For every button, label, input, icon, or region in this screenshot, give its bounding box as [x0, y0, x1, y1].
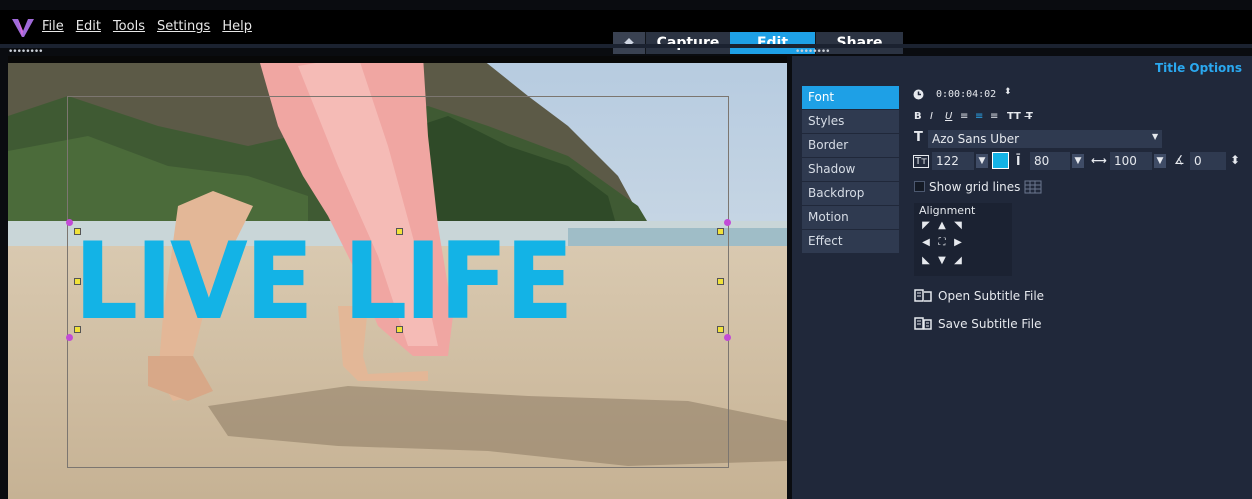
grid-settings-icon[interactable] [1024, 180, 1042, 194]
font-size-dropdown[interactable]: ▼ [976, 154, 988, 168]
text-case-button[interactable]: TT [1007, 111, 1021, 122]
align-center-icon[interactable]: ⛶ [936, 237, 948, 248]
rotate-handle[interactable] [66, 219, 73, 226]
char-spacing-icon: ⟷ [1091, 154, 1107, 167]
rotate-handle[interactable] [724, 219, 731, 226]
duration-field[interactable]: 0:00:04:02 [932, 86, 1014, 104]
resize-handle[interactable] [74, 228, 81, 235]
font-size-icon: Tт [913, 155, 929, 168]
resize-handle[interactable] [396, 228, 403, 235]
angle-icon: ∡ [1174, 153, 1185, 167]
align-top-right-icon[interactable]: ◥ [952, 220, 964, 231]
open-subtitle-label: Open Subtitle File [938, 289, 1045, 303]
text-color-swatch[interactable] [992, 152, 1009, 169]
menu-file[interactable]: File [42, 19, 64, 34]
preview-top-border [8, 56, 787, 63]
open-subtitle-button[interactable]: Open Subtitle File [914, 288, 1054, 306]
video-preview[interactable]: LIVE LIFE [8, 56, 787, 499]
resize-handle[interactable] [717, 278, 724, 285]
line-spacing-icon: Ī [1016, 154, 1021, 168]
toolbar-divider [0, 44, 1252, 48]
menu-settings[interactable]: Settings [157, 19, 210, 34]
option-tabs: Font Styles Border Shadow Backdrop Motio… [802, 86, 899, 254]
align-bottom-right-icon[interactable]: ◢ [952, 255, 964, 266]
tab-styles[interactable]: Styles [802, 110, 899, 133]
font-select[interactable]: Azo Sans Uber [928, 130, 1162, 148]
show-grid-label: Show grid lines [929, 180, 1021, 194]
alignment-group: Alignment ◤ ▲ ◥ ◀ ⛶ ▶ ◣ ▼ ◢ [914, 203, 1012, 276]
resize-handle[interactable] [74, 278, 81, 285]
bold-button[interactable]: B [914, 111, 922, 122]
tab-motion[interactable]: Motion [802, 206, 899, 229]
app-logo-icon [12, 19, 34, 37]
angle-field[interactable]: 0 [1190, 152, 1226, 170]
char-spacing-field[interactable]: 100 [1110, 152, 1152, 170]
align-top-left-icon[interactable]: ◤ [920, 220, 932, 231]
rotate-handle[interactable] [724, 334, 731, 341]
resize-handle[interactable] [717, 326, 724, 333]
tab-font[interactable]: Font [802, 86, 899, 109]
app-window: File Edit Tools Settings Help Capture Ed… [0, 0, 1252, 499]
home-tab[interactable] [613, 32, 645, 54]
tab-backdrop[interactable]: Backdrop [802, 182, 899, 205]
clock-icon [913, 89, 924, 100]
align-bottom-center-icon[interactable]: ▼ [936, 255, 948, 266]
alignment-label: Alignment [919, 204, 976, 217]
align-top-center-icon[interactable]: ▲ [936, 220, 948, 231]
open-subtitle-icon [914, 289, 932, 302]
strikethrough-button[interactable]: T̶ [1026, 111, 1033, 122]
align-center-button[interactable]: ≡ [975, 111, 983, 122]
font-size-field[interactable]: 122 [932, 152, 974, 170]
tab-capture[interactable]: Capture [645, 32, 730, 54]
menu-help[interactable]: Help [222, 19, 252, 34]
rotate-handle[interactable] [66, 334, 73, 341]
align-middle-right-icon[interactable]: ▶ [952, 237, 964, 248]
tab-effect[interactable]: Effect [802, 230, 899, 253]
title-overlay-text[interactable]: LIVE LIFE [74, 229, 696, 335]
italic-button[interactable]: I [930, 111, 933, 122]
resize-handle[interactable] [396, 326, 403, 333]
angle-spin-icon[interactable]: ⬍ [1230, 153, 1240, 167]
line-spacing-field[interactable]: 80 [1030, 152, 1070, 170]
duration-spin-icon[interactable]: ⬍ [1004, 87, 1012, 97]
resize-handle[interactable] [717, 228, 724, 235]
line-spacing-dropdown[interactable]: ▼ [1072, 154, 1084, 168]
tab-shadow[interactable]: Shadow [802, 158, 899, 181]
underline-button[interactable]: U [945, 111, 952, 122]
menu-bar: File Edit Tools Settings Help Capture Ed… [0, 10, 1252, 54]
show-grid-checkbox[interactable] [914, 181, 925, 192]
tab-border[interactable]: Border [802, 134, 899, 157]
workspace-tabs: Capture Edit Share [613, 32, 903, 54]
save-subtitle-button[interactable]: Save Subtitle File [914, 316, 1054, 334]
resize-handle[interactable] [74, 326, 81, 333]
save-subtitle-icon [914, 317, 932, 330]
save-subtitle-label: Save Subtitle File [938, 317, 1042, 331]
font-type-icon: T [914, 130, 923, 145]
align-left-button[interactable]: ≡ [960, 111, 968, 122]
align-middle-left-icon[interactable]: ◀ [920, 237, 932, 248]
menu-list: File Edit Tools Settings Help [42, 19, 252, 34]
align-bottom-left-icon[interactable]: ◣ [920, 255, 932, 266]
menu-tools[interactable]: Tools [113, 19, 145, 34]
title-options-panel: Title Options Font Styles Border Shadow … [792, 56, 1252, 499]
align-right-button[interactable]: ≡ [990, 111, 998, 122]
menu-edit[interactable]: Edit [76, 19, 101, 34]
chevron-down-icon[interactable]: ▼ [1152, 132, 1158, 141]
panel-title: Title Options [1154, 61, 1242, 75]
char-spacing-dropdown[interactable]: ▼ [1154, 154, 1166, 168]
